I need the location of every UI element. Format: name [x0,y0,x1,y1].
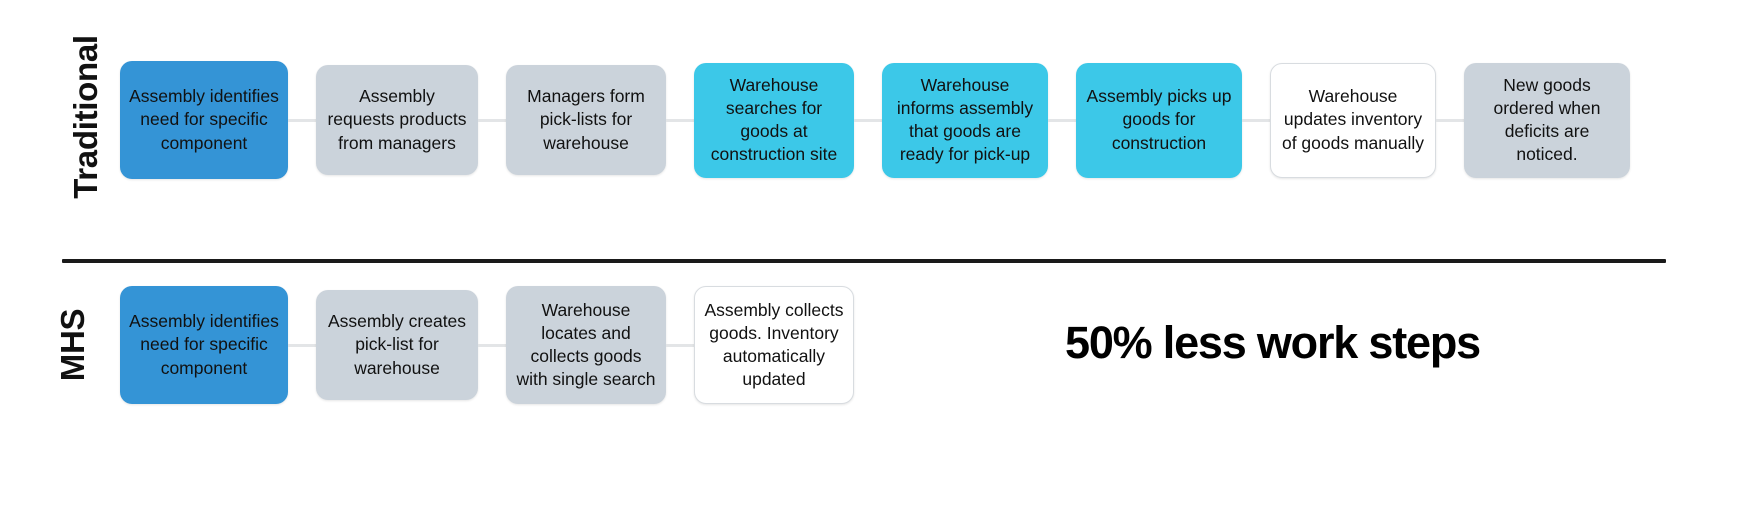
process-step-box[interactable]: Managers form pick-lists for warehouse [506,65,666,175]
flow-connector [1242,118,1270,122]
process-flow-traditional: Assembly identifies need for specific co… [120,40,1630,200]
row-divider [62,259,1666,263]
flow-connector [478,343,506,347]
flow-connector [288,343,316,347]
process-flow-mhs: Assembly identifies need for specific co… [120,265,854,425]
flow-connector [854,118,882,122]
flow-connector [1048,118,1076,122]
flow-connector [478,118,506,122]
process-step-box[interactable]: Assembly requests products from managers [316,65,478,175]
flow-connector [1436,118,1464,122]
flow-connector [666,343,694,347]
process-step-box[interactable]: New goods ordered when deficits are noti… [1464,62,1630,178]
process-step-box[interactable]: Warehouse searches for goods at construc… [694,62,854,178]
process-step-box[interactable]: Assembly collects goods. Inventory autom… [694,286,854,404]
diagram-canvas: Traditional Assembly identifies need for… [0,0,1762,520]
row-label-traditional: Traditional [67,35,104,199]
process-step-box[interactable]: Assembly creates pick-list for warehouse [316,290,478,400]
process-step-box[interactable]: Assembly identifies need for specific co… [120,61,288,179]
process-step-box[interactable]: Warehouse locates and collects goods wit… [506,286,666,404]
row-label-mhs: MHS [54,308,91,382]
flow-connector [288,118,316,122]
process-step-box[interactable]: Assembly identifies need for specific co… [120,286,288,404]
flow-connector [666,118,694,122]
process-step-box[interactable]: Warehouse updates inventory of goods man… [1270,62,1436,178]
process-step-box[interactable]: Assembly picks up goods for construction [1076,62,1242,178]
headline-savings: 50% less work steps [1065,317,1481,368]
process-step-box[interactable]: Warehouse informs assembly that goods ar… [882,62,1048,178]
